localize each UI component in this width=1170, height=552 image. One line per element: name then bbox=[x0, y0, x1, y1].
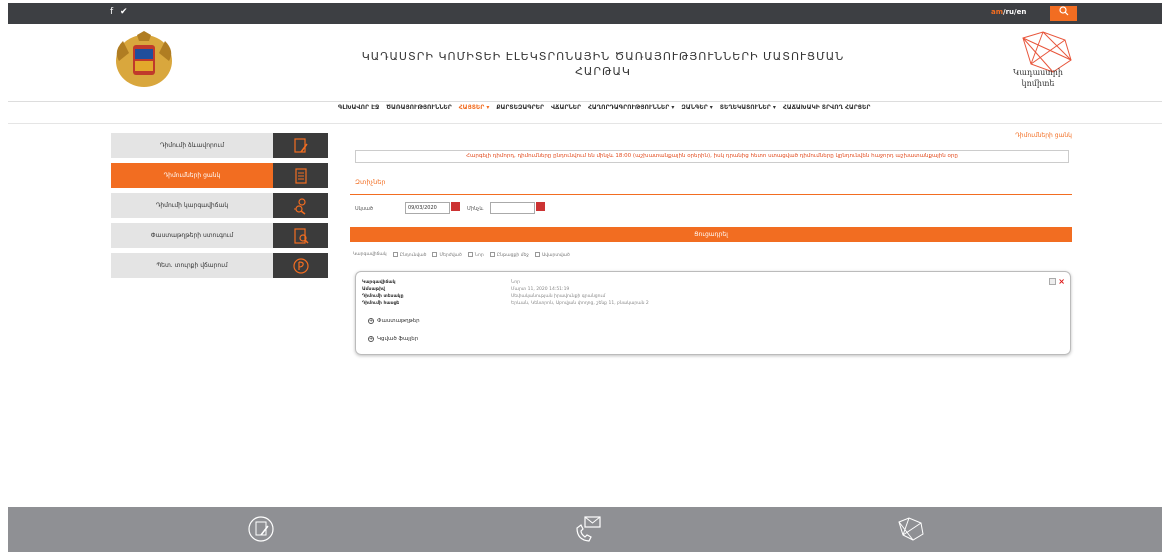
nav-calls[interactable]: ԶԱՆԳԵՐ ▾ bbox=[681, 104, 712, 111]
logo-line-1: Կադաստրի bbox=[1013, 68, 1063, 77]
footer-contact-link[interactable] bbox=[571, 512, 605, 546]
lang-others[interactable]: /ru/en bbox=[1003, 8, 1026, 16]
date-to-label: Մինչև bbox=[467, 206, 484, 212]
document-pen-icon bbox=[248, 516, 274, 542]
sidebar-item-label: Դիմումի կարգավիճակ bbox=[111, 193, 273, 218]
status-label: Ընթացքի մեջ bbox=[496, 253, 529, 258]
footer-services-link[interactable] bbox=[244, 512, 278, 546]
field-value: Սեփականության իրավունքի գրանցում bbox=[511, 294, 606, 299]
status-checkbox-new[interactable]: Նոր bbox=[467, 252, 484, 258]
checkbox-icon[interactable] bbox=[467, 252, 473, 257]
site-title: ԿԱԴԱՍՏՐԻ ԿՈՄԻՏԵԻ ԷԼԵԿՏՐՈՆԱՅԻՆ ԾԱՌԱՅՈՒԹՅՈ… bbox=[361, 50, 845, 78]
status-checkbox-in-progress[interactable]: Ընթացքի մեջ bbox=[489, 252, 529, 258]
sidebar-item-new-application[interactable]: Դիմումի ձևավորում bbox=[111, 133, 328, 158]
list-document-icon bbox=[294, 167, 307, 184]
sidebar-item-application-status[interactable]: Դիմումի կարգավիճակ bbox=[111, 193, 328, 218]
nav-services[interactable]: ԾԱՌԱՅՈՒԹՅՈՒՆՆԵՐ bbox=[386, 104, 451, 111]
nav-faq[interactable]: ՀԱՃԱԽԱԿԻ ՏՐՎՈՂ ՀԱՐՑԵՐ bbox=[783, 104, 870, 111]
phone-mail-icon bbox=[576, 516, 601, 542]
expand-attached-files[interactable]: + Կցված ֆայլեր bbox=[368, 336, 418, 342]
field-key: Ամսաթիվ bbox=[362, 287, 385, 292]
sidebar: Դիմումի ձևավորում Դիմումների ցանկ Դիմում… bbox=[111, 133, 328, 283]
nav-payments[interactable]: ՎՃԱՐՆԵՐ bbox=[551, 104, 581, 111]
edit-icon[interactable] bbox=[1049, 278, 1057, 285]
expand-documents[interactable]: + Փաստաթղթեր bbox=[368, 318, 420, 324]
filter-divider bbox=[350, 194, 1072, 195]
date-to-input[interactable] bbox=[490, 202, 535, 214]
sidebar-item-label: Դիմումների ցանկ bbox=[111, 163, 273, 188]
lang-am[interactable]: am bbox=[991, 8, 1003, 16]
site-header: ԿԱԴԱՍՏՐԻ ԿՈՄԻՏԵԻ ԷԼԵԿՏՐՈՆԱՅԻՆ ԾԱՌԱՅՈՒԹՅՈ… bbox=[8, 24, 1162, 102]
search-person-icon bbox=[293, 197, 306, 215]
field-value: Նոր bbox=[511, 280, 520, 285]
document-search-icon bbox=[293, 227, 309, 244]
status-label: Ընդունված bbox=[399, 253, 427, 258]
sidebar-item-label: Պետ. տուրքի վճարում bbox=[111, 253, 273, 278]
status-checkbox-accepted[interactable]: Ընդունված bbox=[392, 252, 427, 258]
status-label: Մերժված bbox=[439, 253, 462, 258]
breadcrumb[interactable]: Դիմումների ցանկ bbox=[1015, 132, 1072, 139]
top-bar: f ✔ am/ru/en bbox=[8, 3, 1162, 24]
search-button[interactable] bbox=[1050, 6, 1077, 21]
cadastre-logo-text: Կադաստրի կոմիտե bbox=[998, 67, 1078, 89]
nav-home[interactable]: ԳԼԽԱՎՈՐ ԷՋ bbox=[338, 104, 379, 111]
logo-line-2: կոմիտե bbox=[1021, 79, 1055, 88]
date-from-input[interactable]: 09/03/2020 bbox=[405, 202, 450, 214]
nav-applications[interactable]: ՀԱՅՏԵՐ ▾ bbox=[459, 104, 490, 111]
date-from-label: Սկսած bbox=[355, 206, 373, 212]
sidebar-item-applications-list[interactable]: Դիմումների ցանկ bbox=[111, 163, 328, 188]
sidebar-item-label: Փաստաթղթերի ստուգում bbox=[111, 223, 273, 248]
nav-messages[interactable]: ՀԱՂՈՐԴԱԳՐՈՒԹՅՈՒՆՆԵՐ ▾ bbox=[588, 104, 674, 111]
field-key: Դիմումի տեսակը bbox=[362, 294, 404, 299]
field-key: Դիմումի հասցե bbox=[362, 301, 400, 306]
filter-title: Զտիչներ bbox=[355, 178, 386, 186]
main-navigation: ԳԼԽԱՎՈՐ ԷՋ ԾԱՌԱՅՈՒԹՅՈՒՆՆԵՐ ՀԱՅՏԵՐ ▾ ՔԱՐՏ… bbox=[338, 104, 870, 111]
calendar-icon[interactable] bbox=[451, 202, 460, 211]
expand-label: Փաստաթղթեր bbox=[377, 318, 420, 324]
plus-circle-icon: + bbox=[368, 318, 374, 324]
checkbox-icon[interactable] bbox=[392, 252, 398, 257]
status-checkbox-rejected[interactable]: Մերժված bbox=[432, 252, 462, 258]
coat-of-arms-icon[interactable] bbox=[109, 31, 179, 91]
status-label: Նոր bbox=[474, 253, 484, 258]
sidebar-item-label: Դիմումի ձևավորում bbox=[111, 133, 273, 158]
card-actions: × bbox=[1049, 278, 1065, 286]
calendar-icon[interactable] bbox=[536, 202, 545, 211]
status-checkbox-completed[interactable]: Ավարտված bbox=[534, 252, 570, 258]
delete-icon[interactable]: × bbox=[1058, 278, 1065, 286]
checkbox-icon[interactable] bbox=[534, 252, 540, 257]
checkbox-icon[interactable] bbox=[489, 252, 495, 257]
checkbox-icon[interactable] bbox=[432, 252, 438, 257]
expand-label: Կցված ֆայլեր bbox=[377, 336, 419, 342]
footer bbox=[8, 507, 1162, 552]
field-value: Երևան, Կենտրոն, Աբովյան փողոց, շենք 11, … bbox=[511, 301, 649, 306]
nav-maps[interactable]: ՔԱՐՏԵԶԱԳՐԵՐ bbox=[496, 104, 544, 111]
sidebar-item-document-check[interactable]: Փաստաթղթերի ստուգում bbox=[111, 223, 328, 248]
status-filters: Կարգավիճակ Ընդունված Մերժված Նոր Ընթացքի… bbox=[353, 252, 570, 258]
plus-circle-icon: + bbox=[368, 336, 374, 342]
payment-icon bbox=[292, 257, 309, 274]
working-hours-notice: Հարգելի դիմորդ, դիմումները ընդունվում են… bbox=[355, 150, 1069, 163]
language-switcher[interactable]: am/ru/en bbox=[991, 8, 1026, 16]
document-pencil-icon bbox=[293, 137, 308, 153]
status-filter-label: Կարգավիճակ bbox=[353, 252, 387, 257]
search-icon bbox=[1058, 6, 1068, 16]
application-card: × Կարգավիճակ Նոր Ամսաթիվ Մարտ 11, 2020 1… bbox=[355, 271, 1071, 355]
field-key: Կարգավիճակ bbox=[362, 280, 396, 285]
sidebar-item-state-fee[interactable]: Պետ. տուրքի վճարում bbox=[111, 253, 328, 278]
footer-map-link[interactable] bbox=[893, 512, 927, 546]
status-label: Ավարտված bbox=[541, 253, 570, 258]
nav-references[interactable]: ՏԵՂԵԿԱՏՈՒՆԵՐ ▾ bbox=[720, 104, 776, 111]
filter-show-button[interactable]: Ցուցադրել bbox=[350, 227, 1072, 242]
map-network-icon bbox=[898, 517, 924, 541]
nav-divider bbox=[8, 123, 1162, 124]
field-value: Մարտ 11, 2020 14:51:19 bbox=[511, 287, 570, 292]
social-links[interactable]: f ✔ bbox=[110, 7, 130, 17]
